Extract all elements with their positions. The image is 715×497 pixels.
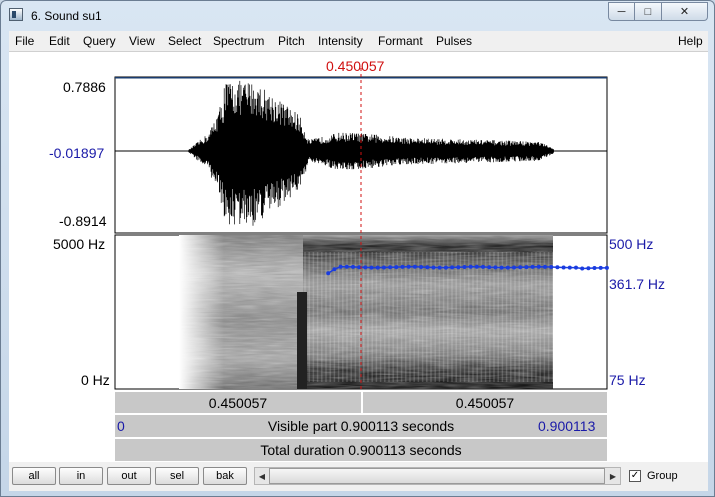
- scroll-right-icon[interactable]: ▶: [606, 468, 620, 484]
- pitch-point: [574, 265, 578, 270]
- pitch-point: [344, 264, 349, 269]
- pitch-point: [431, 265, 436, 270]
- pitch-point: [598, 265, 603, 270]
- pitch-point: [512, 265, 516, 270]
- pitch-point: [474, 264, 479, 269]
- pitch-point: [388, 265, 393, 270]
- pitch-point: [524, 265, 529, 270]
- praat-sound-window: 6. Sound su1 ─ □ ✕ File Edit Query View …: [0, 0, 715, 497]
- window-controls: ─ □ ✕: [608, 2, 708, 21]
- title-bar: 6. Sound su1 ─ □ ✕: [1, 1, 714, 31]
- minimize-button[interactable]: ─: [608, 2, 635, 21]
- zoom-all-button[interactable]: all: [12, 467, 56, 485]
- maximize-button[interactable]: □: [635, 2, 662, 21]
- zoom-selection-button[interactable]: sel: [155, 467, 199, 485]
- pitch-point: [406, 264, 411, 269]
- close-button[interactable]: ✕: [662, 2, 708, 21]
- pitch-point: [450, 265, 455, 270]
- pitch-point: [487, 265, 492, 270]
- praat-app-icon: [9, 8, 23, 21]
- visible-end-label: 0.900113: [538, 418, 596, 434]
- time-scrollbar[interactable]: ◀ ▶: [254, 467, 621, 485]
- pitch-point: [443, 265, 448, 270]
- zoom-out-button[interactable]: out: [107, 467, 151, 485]
- pitch-point: [518, 265, 523, 270]
- zoom-in-button[interactable]: in: [59, 467, 103, 485]
- pitch-point: [586, 266, 591, 271]
- menu-help[interactable]: Help: [678, 34, 703, 48]
- menu-intensity[interactable]: Intensity: [318, 34, 363, 48]
- time-row-right[interactable]: 0.450057: [362, 391, 607, 413]
- pitch-point: [499, 265, 504, 270]
- sound-display[interactable]: [9, 52, 708, 392]
- menu-pitch[interactable]: Pitch: [278, 34, 305, 48]
- menu-spectrum[interactable]: Spectrum: [213, 34, 264, 48]
- pitch-point: [555, 265, 560, 270]
- pitch-point: [394, 265, 399, 270]
- visible-part-row[interactable]: Visible part 0.900113 seconds: [115, 414, 607, 437]
- editor-canvas: 0.450057 0.7886 -0.01897 -0.8914 5000 Hz…: [9, 52, 708, 462]
- close-icon: ✕: [679, 6, 690, 18]
- pitch-point: [369, 265, 374, 270]
- minimize-icon: ─: [617, 5, 626, 18]
- menu-query[interactable]: Query: [83, 34, 116, 48]
- pitch-point: [493, 265, 498, 270]
- menu-pulses[interactable]: Pulses: [436, 34, 472, 48]
- window-title: 6. Sound su1: [31, 9, 102, 23]
- pitch-point: [456, 265, 461, 270]
- pitch-point: [412, 264, 417, 269]
- time-row-right-value: 0.450057: [455, 394, 515, 411]
- waveform-selection-edge: [115, 77, 607, 79]
- pitch-point: [481, 264, 485, 269]
- pitch-point: [381, 265, 386, 270]
- menu-formant[interactable]: Formant: [378, 34, 423, 48]
- total-duration-text: Total duration 0.900113 seconds: [260, 442, 462, 458]
- pitch-point: [567, 265, 572, 270]
- pitch-point: [375, 265, 380, 270]
- pitch-point: [536, 264, 541, 269]
- group-label: Group: [647, 470, 678, 482]
- pitch-point: [363, 265, 368, 270]
- total-duration-row[interactable]: Total duration 0.900113 seconds: [115, 438, 607, 461]
- menu-file[interactable]: File: [15, 34, 34, 48]
- spectrogram: [179, 235, 554, 389]
- visible-part-text: Visible part 0.900113 seconds: [267, 418, 455, 434]
- zoom-back-button[interactable]: bak: [203, 467, 247, 485]
- pitch-point: [437, 265, 442, 270]
- maximize-icon: □: [644, 5, 652, 18]
- bottom-toolbar: all in out sel bak ◀ ▶ ✓ Group: [9, 462, 708, 491]
- pitch-point: [543, 264, 547, 269]
- pitch-point: [530, 264, 535, 269]
- pitch-point: [505, 265, 510, 270]
- pitch-point: [332, 267, 337, 272]
- pitch-point: [604, 265, 609, 270]
- menu-view[interactable]: View: [129, 34, 155, 48]
- pitch-point: [468, 264, 473, 269]
- pitch-point: [326, 271, 331, 276]
- scroll-left-icon[interactable]: ◀: [255, 468, 269, 484]
- time-row-left[interactable]: 0.450057: [115, 391, 361, 413]
- scrollbar-thumb[interactable]: [269, 468, 605, 484]
- time-row-left-value: 0.450057: [208, 394, 268, 411]
- pitch-point: [580, 266, 585, 271]
- pitch-point: [561, 265, 566, 270]
- pitch-point: [425, 265, 430, 270]
- visible-start-label: 0: [117, 418, 125, 434]
- group-checkbox[interactable]: ✓: [629, 470, 641, 482]
- menu-edit[interactable]: Edit: [49, 34, 70, 48]
- pitch-point: [419, 265, 424, 269]
- pitch-point: [592, 266, 597, 270]
- pitch-point: [549, 265, 554, 269]
- pitch-point: [351, 264, 355, 269]
- pitch-point: [400, 264, 405, 269]
- menu-bar: File Edit Query View Select Spectrum Pit…: [9, 31, 708, 52]
- pitch-point: [338, 264, 343, 269]
- menu-select[interactable]: Select: [168, 34, 201, 48]
- pitch-point: [462, 265, 467, 269]
